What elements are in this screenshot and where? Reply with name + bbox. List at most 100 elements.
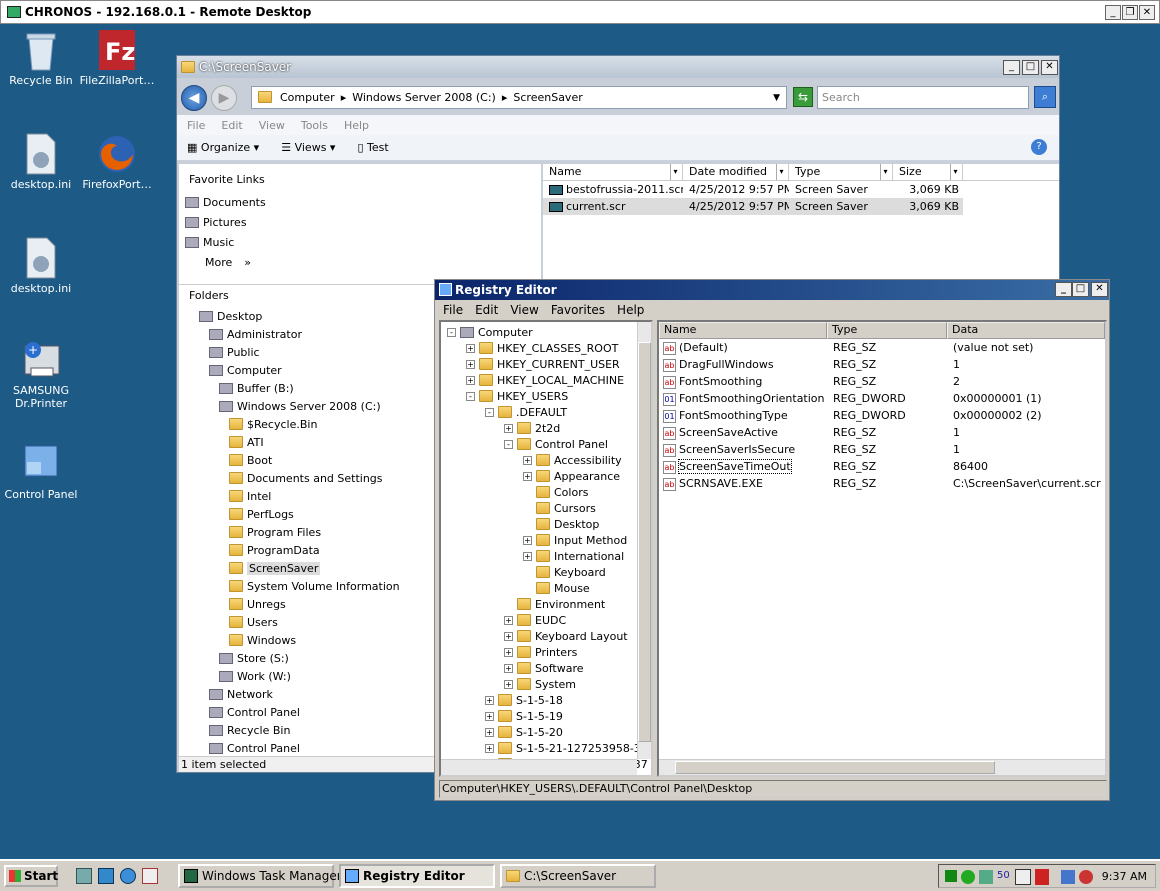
- close-icon[interactable]: ✕: [1091, 282, 1108, 297]
- internet-explorer-icon[interactable]: [120, 868, 136, 884]
- desktop-icon-desktop-ini-2[interactable]: desktop.ini: [1, 236, 81, 295]
- registry-tree-item[interactable]: Environment: [504, 596, 605, 612]
- folder-tree-item[interactable]: Windows: [229, 632, 296, 648]
- column-name[interactable]: Name: [659, 322, 827, 339]
- desktop-icon-samsung-printer[interactable]: + SAMSUNG Dr.Printer: [1, 338, 81, 410]
- collapse-icon[interactable]: -: [504, 439, 513, 449]
- folder-tree-item[interactable]: Administrator: [209, 326, 302, 342]
- search-input[interactable]: Search: [817, 86, 1029, 109]
- favorite-link-music[interactable]: Music: [185, 234, 234, 250]
- tray-calendar-icon[interactable]: [1015, 869, 1031, 885]
- folder-tree-item[interactable]: Intel: [229, 488, 271, 504]
- menu-file[interactable]: File: [443, 303, 463, 317]
- expand-icon[interactable]: +: [466, 343, 475, 353]
- menu-favorites[interactable]: Favorites: [551, 303, 605, 317]
- column-date-modified[interactable]: Date modified ▾: [683, 164, 789, 180]
- expand-icon[interactable]: +: [485, 711, 494, 721]
- expand-icon[interactable]: +: [523, 455, 532, 465]
- folder-tree-item[interactable]: Windows Server 2008 (C:): [219, 398, 381, 414]
- folder-tree-item[interactable]: System Volume Information: [229, 578, 400, 594]
- folder-tree-item[interactable]: Control Panel: [209, 704, 300, 720]
- expand-icon[interactable]: +: [466, 375, 475, 385]
- expand-icon[interactable]: +: [523, 471, 532, 481]
- folder-tree-item[interactable]: Desktop: [199, 308, 262, 324]
- dropdown-arrow-icon[interactable]: ▼: [773, 93, 780, 103]
- collapse-icon[interactable]: -: [466, 391, 475, 401]
- menu-view[interactable]: View: [259, 119, 285, 132]
- registry-value-row[interactable]: ab ScreenSaverIsSecure REG_SZ 1: [659, 441, 1105, 458]
- registry-tree-item[interactable]: + International: [523, 548, 624, 564]
- registry-value-row[interactable]: ab DragFullWindows REG_SZ 1: [659, 356, 1105, 373]
- folder-tree-item[interactable]: Computer: [209, 362, 282, 378]
- registry-tree-item[interactable]: + HKEY_LOCAL_MACHINE: [466, 372, 624, 388]
- expand-icon[interactable]: +: [485, 727, 494, 737]
- registry-tree-item[interactable]: - .DEFAULT: [485, 404, 567, 420]
- registry-value-row[interactable]: ab ScreenSaveActive REG_SZ 1: [659, 424, 1105, 441]
- column-type[interactable]: Type: [827, 322, 947, 339]
- expand-icon[interactable]: +: [485, 743, 494, 753]
- close-icon[interactable]: ✕: [1139, 5, 1155, 20]
- registry-value-row[interactable]: ab FontSmoothing REG_SZ 2: [659, 373, 1105, 390]
- breadcrumb-item[interactable]: Computer: [280, 91, 335, 104]
- desktop-icon-firefox[interactable]: FirefoxPort…: [77, 132, 157, 191]
- server-manager-icon[interactable]: [76, 868, 92, 884]
- file-row[interactable]: current.scr 4/25/2012 9:57 PM Screen Sav…: [543, 198, 963, 215]
- taskbar-button-registry-editor[interactable]: Registry Editor: [339, 864, 495, 888]
- address-input[interactable]: Computer ▸ Windows Server 2008 (C:) ▸ Sc…: [251, 86, 787, 109]
- registry-tree-item[interactable]: - Computer: [447, 324, 533, 340]
- expand-icon[interactable]: +: [485, 695, 494, 705]
- taskbar-button-task-manager[interactable]: Windows Task Manager: [178, 864, 342, 888]
- breadcrumb-item[interactable]: Windows Server 2008 (C:): [352, 91, 496, 104]
- column-name[interactable]: Name ▾: [543, 164, 683, 180]
- expand-icon[interactable]: +: [523, 551, 532, 561]
- menu-view[interactable]: View: [510, 303, 538, 317]
- column-size[interactable]: Size ▾: [893, 164, 963, 180]
- minimize-icon[interactable]: _: [1003, 60, 1020, 75]
- registry-tree-item[interactable]: + Software: [504, 660, 584, 676]
- file-row[interactable]: bestofrussia-2011.scr 4/25/2012 9:57 PM …: [543, 181, 963, 198]
- registry-tree-item[interactable]: Desktop: [523, 516, 599, 532]
- folder-tree-item[interactable]: Program Files: [229, 524, 321, 540]
- folder-tree-item[interactable]: Recycle Bin: [209, 722, 290, 738]
- expand-icon[interactable]: +: [504, 615, 513, 625]
- expand-icon[interactable]: +: [504, 647, 513, 657]
- registry-tree-item[interactable]: Keyboard: [523, 564, 606, 580]
- registry-tree-item[interactable]: + S-1-5-18: [485, 692, 563, 708]
- menu-file[interactable]: File: [187, 119, 205, 132]
- registry-tree-item[interactable]: +2t2d: [504, 420, 560, 436]
- organize-button[interactable]: ▦ Organize ▾: [187, 141, 259, 154]
- test-button[interactable]: ▯ Test: [357, 141, 388, 154]
- desktop-icon-desktop-ini[interactable]: desktop.ini: [1, 132, 81, 191]
- tray-filezilla-icon[interactable]: [1035, 869, 1049, 885]
- quick-launch-icon[interactable]: [142, 868, 158, 884]
- restore-icon[interactable]: ❐: [1122, 5, 1138, 20]
- folder-tree-item[interactable]: Network: [209, 686, 273, 702]
- desktop-icon-control-panel[interactable]: Control Panel: [1, 442, 81, 501]
- breadcrumb-item[interactable]: ScreenSaver: [513, 91, 582, 104]
- registry-tree-item[interactable]: + Appearance: [523, 468, 620, 484]
- views-button[interactable]: ☰ Views ▾: [281, 141, 335, 154]
- more-links-button[interactable]: More»: [205, 254, 251, 270]
- registry-value-row[interactable]: ab (Default) REG_SZ (value not set): [659, 339, 1105, 356]
- folder-tree-item[interactable]: $Recycle.Bin: [229, 416, 317, 432]
- expand-icon[interactable]: +: [523, 535, 532, 545]
- maximize-icon[interactable]: □: [1072, 282, 1089, 297]
- folder-tree-item[interactable]: Work (W:): [219, 668, 291, 684]
- show-desktop-icon[interactable]: [98, 868, 114, 884]
- folder-tree-item[interactable]: Users: [229, 614, 278, 630]
- registry-value-row[interactable]: 01 FontSmoothingOrientation REG_DWORD 0x000…: [659, 390, 1105, 407]
- registry-tree-item[interactable]: + EUDC: [504, 612, 566, 628]
- column-data[interactable]: Data: [947, 322, 1105, 339]
- expand-icon[interactable]: +: [466, 359, 475, 369]
- favorite-link-documents[interactable]: Documents: [185, 194, 266, 210]
- registry-value-row[interactable]: ab SCRNSAVE.EXE REG_SZ C:\ScreenSaver\curre…: [659, 475, 1105, 492]
- values-horizontal-scrollbar[interactable]: [659, 759, 1105, 775]
- folder-tree-item[interactable]: Public: [209, 344, 260, 360]
- start-button[interactable]: Start: [4, 865, 58, 887]
- registry-tree-item[interactable]: Cursors: [523, 500, 596, 516]
- menu-edit[interactable]: Edit: [221, 119, 242, 132]
- folder-tree-item[interactable]: Boot: [229, 452, 272, 468]
- expand-icon[interactable]: +: [504, 663, 513, 673]
- desktop-icon-recycle-bin[interactable]: Recycle Bin: [1, 28, 81, 87]
- expand-icon[interactable]: +: [504, 679, 513, 689]
